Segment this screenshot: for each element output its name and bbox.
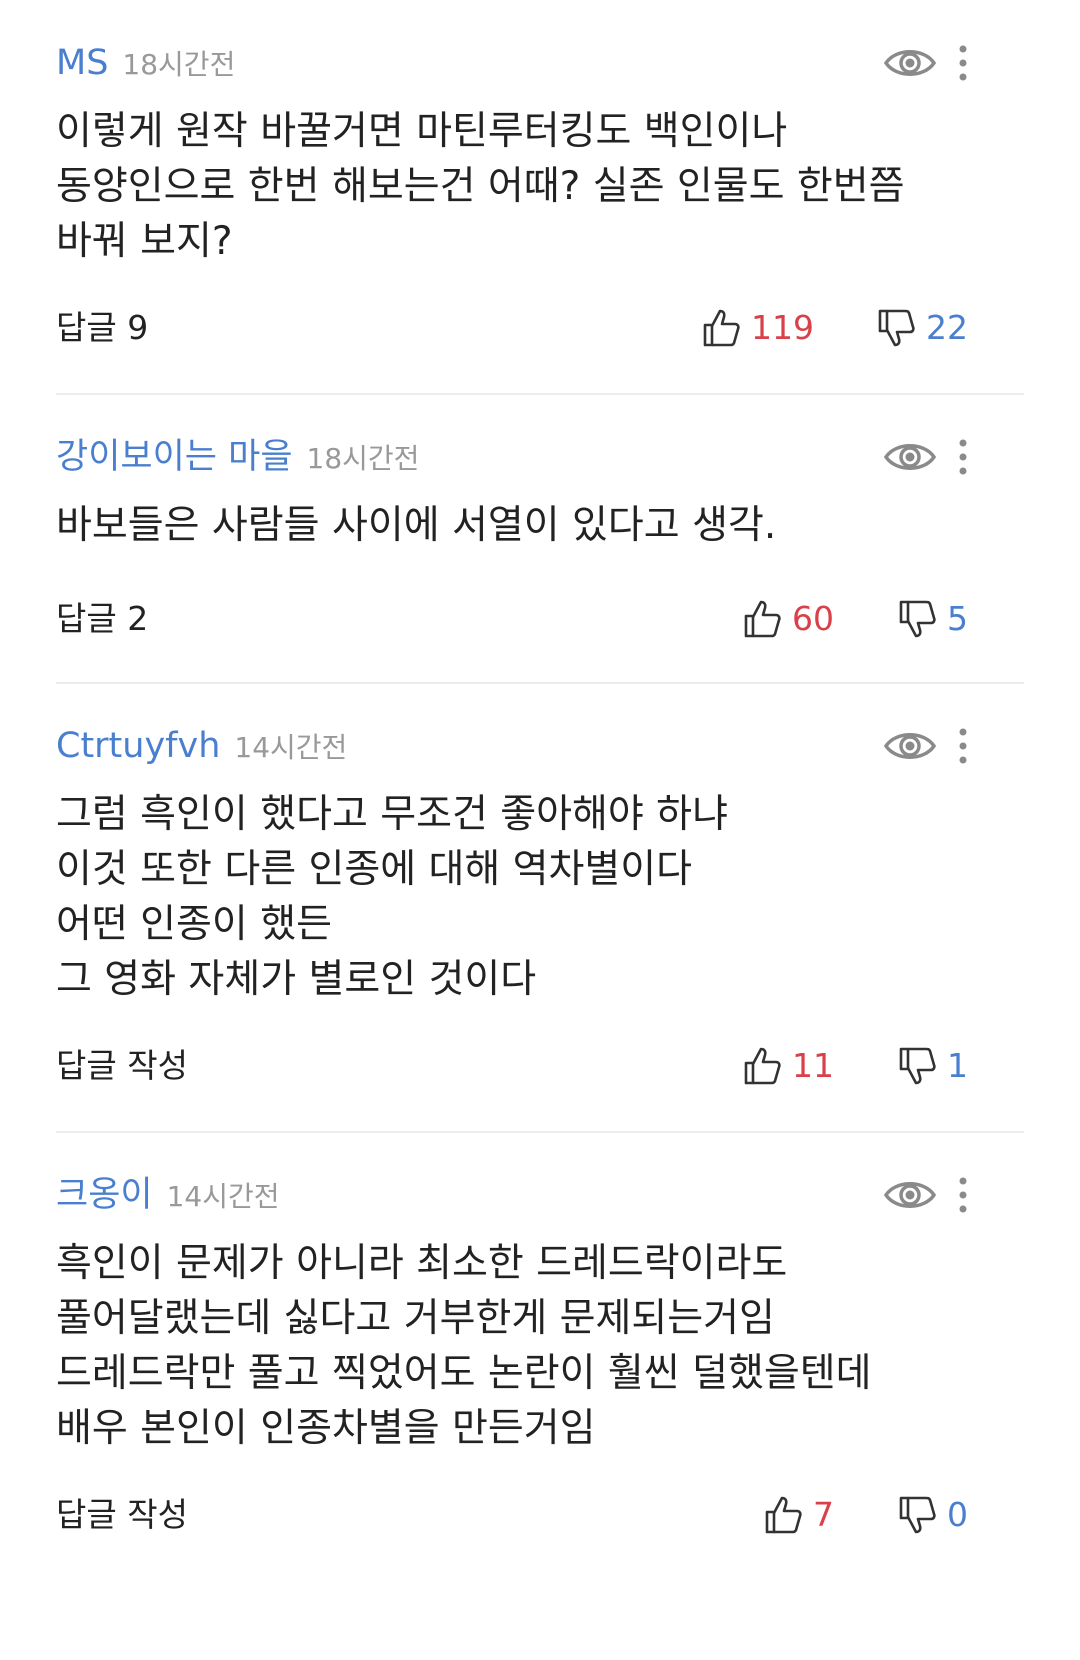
like-button[interactable]: 7 bbox=[763, 1490, 834, 1540]
thumbs-up-icon bbox=[744, 600, 781, 638]
comment-list: MS 18시간전 이렇게 원작 바꿀거면 마틴루터킹도 백인이나 동양인으로 한번… bbox=[0, 0, 1080, 1660]
comment-footer: 답글 작성 11 1 bbox=[56, 1041, 1024, 1091]
dislike-button[interactable]: 5 bbox=[897, 594, 968, 644]
comment-item: MS 18시간전 이렇게 원작 바꿀거면 마틴루터킹도 백인이나 동양인으로 한번… bbox=[56, 38, 1024, 378]
dislike-count: 1 bbox=[947, 1046, 968, 1085]
divider bbox=[56, 393, 1024, 395]
divider bbox=[56, 1131, 1024, 1133]
reply-button[interactable]: 답글 작성 bbox=[56, 1041, 188, 1091]
comment-header: 강이보이는 마을 18시간전 bbox=[56, 432, 1024, 482]
comment-timestamp: 14시간전 bbox=[234, 731, 348, 764]
dislike-button[interactable]: 0 bbox=[897, 1490, 968, 1540]
dislike-button[interactable]: 1 bbox=[897, 1041, 968, 1091]
eye-icon[interactable] bbox=[884, 42, 936, 84]
reply-button[interactable]: 답글 2 bbox=[56, 594, 148, 644]
comment-item: Ctrtuyfvh 14시간전 그럼 흑인이 했다고 무조건 좋아해야 하냐 이것… bbox=[56, 721, 1024, 1101]
like-count: 7 bbox=[813, 1495, 834, 1534]
more-vertical-icon[interactable] bbox=[958, 44, 968, 82]
comment-header: 크옹이 14시간전 bbox=[56, 1170, 1024, 1220]
reply-button[interactable]: 답글 작성 bbox=[56, 1490, 188, 1540]
thumbs-up-icon bbox=[744, 1047, 781, 1085]
comment-author[interactable]: MS 18시간전 bbox=[56, 38, 235, 90]
comment-text: 흑인이 문제가 아니라 최소한 드레드락이라도 풀어달랬는데 싫다고 거부한게 … bbox=[56, 1241, 872, 1451]
comment-footer: 답글 2 60 5 bbox=[56, 594, 1024, 644]
like-button[interactable]: 119 bbox=[701, 303, 814, 353]
eye-icon[interactable] bbox=[884, 436, 936, 478]
comment-timestamp: 18시간전 bbox=[306, 442, 420, 475]
thumbs-down-icon bbox=[878, 309, 915, 347]
thumbs-down-icon bbox=[899, 1047, 936, 1085]
like-count: 11 bbox=[792, 1046, 834, 1085]
comment-author[interactable]: 크옹이 14시간전 bbox=[56, 1170, 280, 1222]
reply-button[interactable]: 답글 9 bbox=[56, 303, 148, 353]
like-count: 119 bbox=[751, 308, 814, 347]
dislike-button[interactable]: 22 bbox=[876, 303, 968, 353]
comment-author[interactable]: Ctrtuyfvh 14시간전 bbox=[56, 721, 347, 773]
more-vertical-icon[interactable] bbox=[958, 727, 968, 765]
comment-item: 강이보이는 마을 18시간전 바보들은 사람들 사이에 서열이 있다고 생각. 답… bbox=[56, 432, 1024, 672]
like-count: 60 bbox=[792, 599, 834, 638]
like-button[interactable]: 11 bbox=[742, 1041, 834, 1091]
thumbs-up-icon bbox=[765, 1496, 802, 1534]
comment-timestamp: 14시간전 bbox=[166, 1180, 280, 1213]
thumbs-up-icon bbox=[703, 309, 740, 347]
more-vertical-icon[interactable] bbox=[958, 438, 968, 476]
comment-footer: 답글 작성 7 0 bbox=[56, 1490, 1024, 1540]
dislike-count: 0 bbox=[947, 1495, 968, 1534]
divider bbox=[56, 682, 1024, 684]
comment-author[interactable]: 강이보이는 마을 18시간전 bbox=[56, 432, 419, 484]
like-button[interactable]: 60 bbox=[742, 594, 834, 644]
dislike-count: 5 bbox=[947, 599, 968, 638]
comment-text: 그럼 흑인이 했다고 무조건 좋아해야 하냐 이것 또한 다른 인종에 대해 역… bbox=[56, 792, 728, 1002]
thumbs-down-icon bbox=[899, 1496, 936, 1534]
comment-footer: 답글 9 119 22 bbox=[56, 303, 1024, 353]
comment-timestamp: 18시간전 bbox=[122, 48, 236, 81]
comment-text: 바보들은 사람들 사이에 서열이 있다고 생각. bbox=[56, 503, 777, 548]
comment-header: MS 18시간전 bbox=[56, 38, 1024, 88]
comment-item: 크옹이 14시간전 흑인이 문제가 아니라 최소한 드레드락이라도 풀어달랬는데 … bbox=[56, 1170, 1024, 1630]
eye-icon[interactable] bbox=[884, 725, 936, 767]
eye-icon[interactable] bbox=[884, 1174, 936, 1216]
comment-header: Ctrtuyfvh 14시간전 bbox=[56, 721, 1024, 771]
dislike-count: 22 bbox=[926, 308, 968, 347]
more-vertical-icon[interactable] bbox=[958, 1176, 968, 1214]
thumbs-down-icon bbox=[899, 600, 936, 638]
comment-text: 이렇게 원작 바꿀거면 마틴루터킹도 백인이나 동양인으로 한번 해보는건 어때… bbox=[56, 109, 905, 264]
